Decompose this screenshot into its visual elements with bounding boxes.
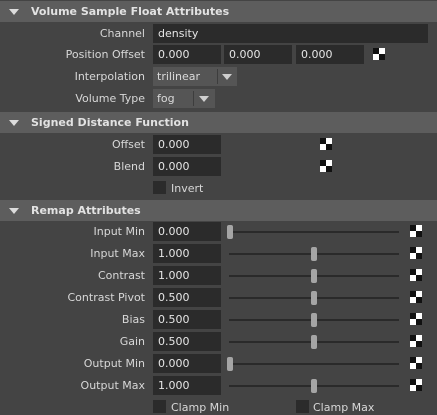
position-offset-label: Position Offset — [65, 48, 145, 61]
triangle-down-icon — [9, 207, 19, 214]
remap-label: Output Min — [83, 357, 145, 370]
clamp-min-label: Clamp Min — [171, 401, 230, 414]
remap-label: Contrast — [97, 269, 145, 282]
triangle-down-icon — [9, 8, 19, 15]
checker-map-icon[interactable] — [410, 357, 422, 369]
dropdown-arrow-icon — [199, 96, 209, 102]
remap-label: Contrast Pivot — [67, 291, 146, 304]
remap-row: Contrast Pivot 0.500 — [0, 287, 437, 309]
remap-value-field[interactable]: 0.500 — [153, 310, 221, 329]
dropdown-arrow-icon — [222, 74, 232, 80]
remap-label: Output Max — [80, 379, 145, 392]
clamp-min-checkbox[interactable] — [153, 400, 166, 413]
position-offset-row: Position Offset 0.000 0.000 0.000 — [0, 44, 437, 66]
checker-map-icon[interactable] — [373, 48, 385, 60]
slider-handle[interactable] — [227, 225, 233, 239]
triangle-down-icon — [9, 119, 19, 126]
sdf-blend-row: Blend 0.000 — [0, 156, 437, 178]
remap-row: Output Max 1.000 — [0, 375, 437, 397]
remap-value-field[interactable]: 0.500 — [153, 288, 221, 307]
section-title: Signed Distance Function — [31, 116, 189, 129]
remap-label: Input Min — [93, 225, 146, 238]
slider-track[interactable] — [229, 231, 399, 233]
volume-type-label: Volume Type — [75, 92, 145, 105]
remap-value-field[interactable]: 0.000 — [153, 222, 221, 241]
position-offset-x-field[interactable]: 0.000 — [153, 45, 221, 64]
section-header-volume-sample[interactable]: Volume Sample Float Attributes — [0, 1, 437, 22]
remap-row: Input Min 0.000 — [0, 221, 437, 243]
section-header-remap[interactable]: Remap Attributes — [0, 200, 437, 221]
sdf-offset-field[interactable]: 0.000 — [153, 135, 221, 154]
volume-type-dropdown[interactable]: fog — [153, 89, 215, 108]
section-title: Volume Sample Float Attributes — [31, 5, 230, 18]
slider-handle[interactable] — [311, 291, 317, 305]
remap-value-field[interactable]: 1.000 — [153, 376, 221, 395]
interpolation-row: Interpolation trilinear — [0, 66, 437, 88]
slider-handle[interactable] — [311, 269, 317, 283]
dropdown-separator — [193, 91, 194, 106]
checker-map-icon[interactable] — [410, 313, 422, 325]
remap-row: Bias 0.500 — [0, 309, 437, 331]
slider-handle[interactable] — [311, 379, 317, 393]
invert-checkbox[interactable] — [153, 181, 166, 194]
section-header-signed-distance[interactable]: Signed Distance Function — [0, 112, 437, 133]
remap-row: Contrast 1.000 — [0, 265, 437, 287]
interpolation-label: Interpolation — [74, 70, 145, 83]
channel-label: Channel — [99, 27, 145, 40]
sdf-offset-row: Offset 0.000 — [0, 134, 437, 156]
checker-map-icon[interactable] — [410, 247, 422, 259]
slider-track[interactable] — [229, 363, 399, 365]
checker-map-icon[interactable] — [410, 225, 422, 237]
interpolation-dropdown[interactable]: trilinear — [153, 67, 237, 86]
channel-field[interactable]: density — [153, 24, 428, 43]
slider-handle[interactable] — [311, 335, 317, 349]
checker-map-icon[interactable] — [410, 379, 422, 391]
channel-row: Channel density — [0, 23, 437, 45]
checker-map-icon[interactable] — [320, 138, 332, 150]
remap-label: Gain — [119, 335, 145, 348]
remap-row: Gain 0.500 — [0, 331, 437, 353]
remap-row: Input Max 1.000 — [0, 243, 437, 265]
clamp-max-checkbox[interactable] — [296, 400, 309, 413]
remap-label: Input Max — [90, 247, 145, 260]
volume-type-row: Volume Type fog — [0, 88, 437, 110]
sdf-offset-label: Offset — [111, 138, 145, 151]
slider-handle[interactable] — [311, 247, 317, 261]
position-offset-z-field[interactable]: 0.000 — [296, 45, 364, 64]
remap-label: Bias — [121, 313, 145, 326]
remap-value-field[interactable]: 1.000 — [153, 244, 221, 263]
checker-map-icon[interactable] — [320, 160, 332, 172]
remap-value-field[interactable]: 0.000 — [153, 354, 221, 373]
checker-map-icon[interactable] — [410, 269, 422, 281]
clamp-row: Clamp Min Clamp Max — [0, 397, 437, 415]
remap-row: Output Min 0.000 — [0, 353, 437, 375]
clamp-max-label: Clamp Max — [313, 401, 375, 414]
volume-type-value: fog — [157, 92, 175, 105]
invert-row: Invert — [0, 178, 437, 200]
invert-label: Invert — [171, 182, 204, 195]
slider-handle[interactable] — [227, 357, 233, 371]
slider-handle[interactable] — [311, 313, 317, 327]
section-title: Remap Attributes — [31, 204, 141, 217]
sdf-blend-label: Blend — [113, 160, 145, 173]
interpolation-value: trilinear — [157, 70, 201, 83]
checker-map-icon[interactable] — [410, 291, 422, 303]
dropdown-separator — [217, 69, 218, 84]
checker-map-icon[interactable] — [410, 335, 422, 347]
position-offset-y-field[interactable]: 0.000 — [224, 45, 292, 64]
remap-value-field[interactable]: 1.000 — [153, 266, 221, 285]
remap-value-field[interactable]: 0.500 — [153, 332, 221, 351]
sdf-blend-field[interactable]: 0.000 — [153, 157, 221, 176]
